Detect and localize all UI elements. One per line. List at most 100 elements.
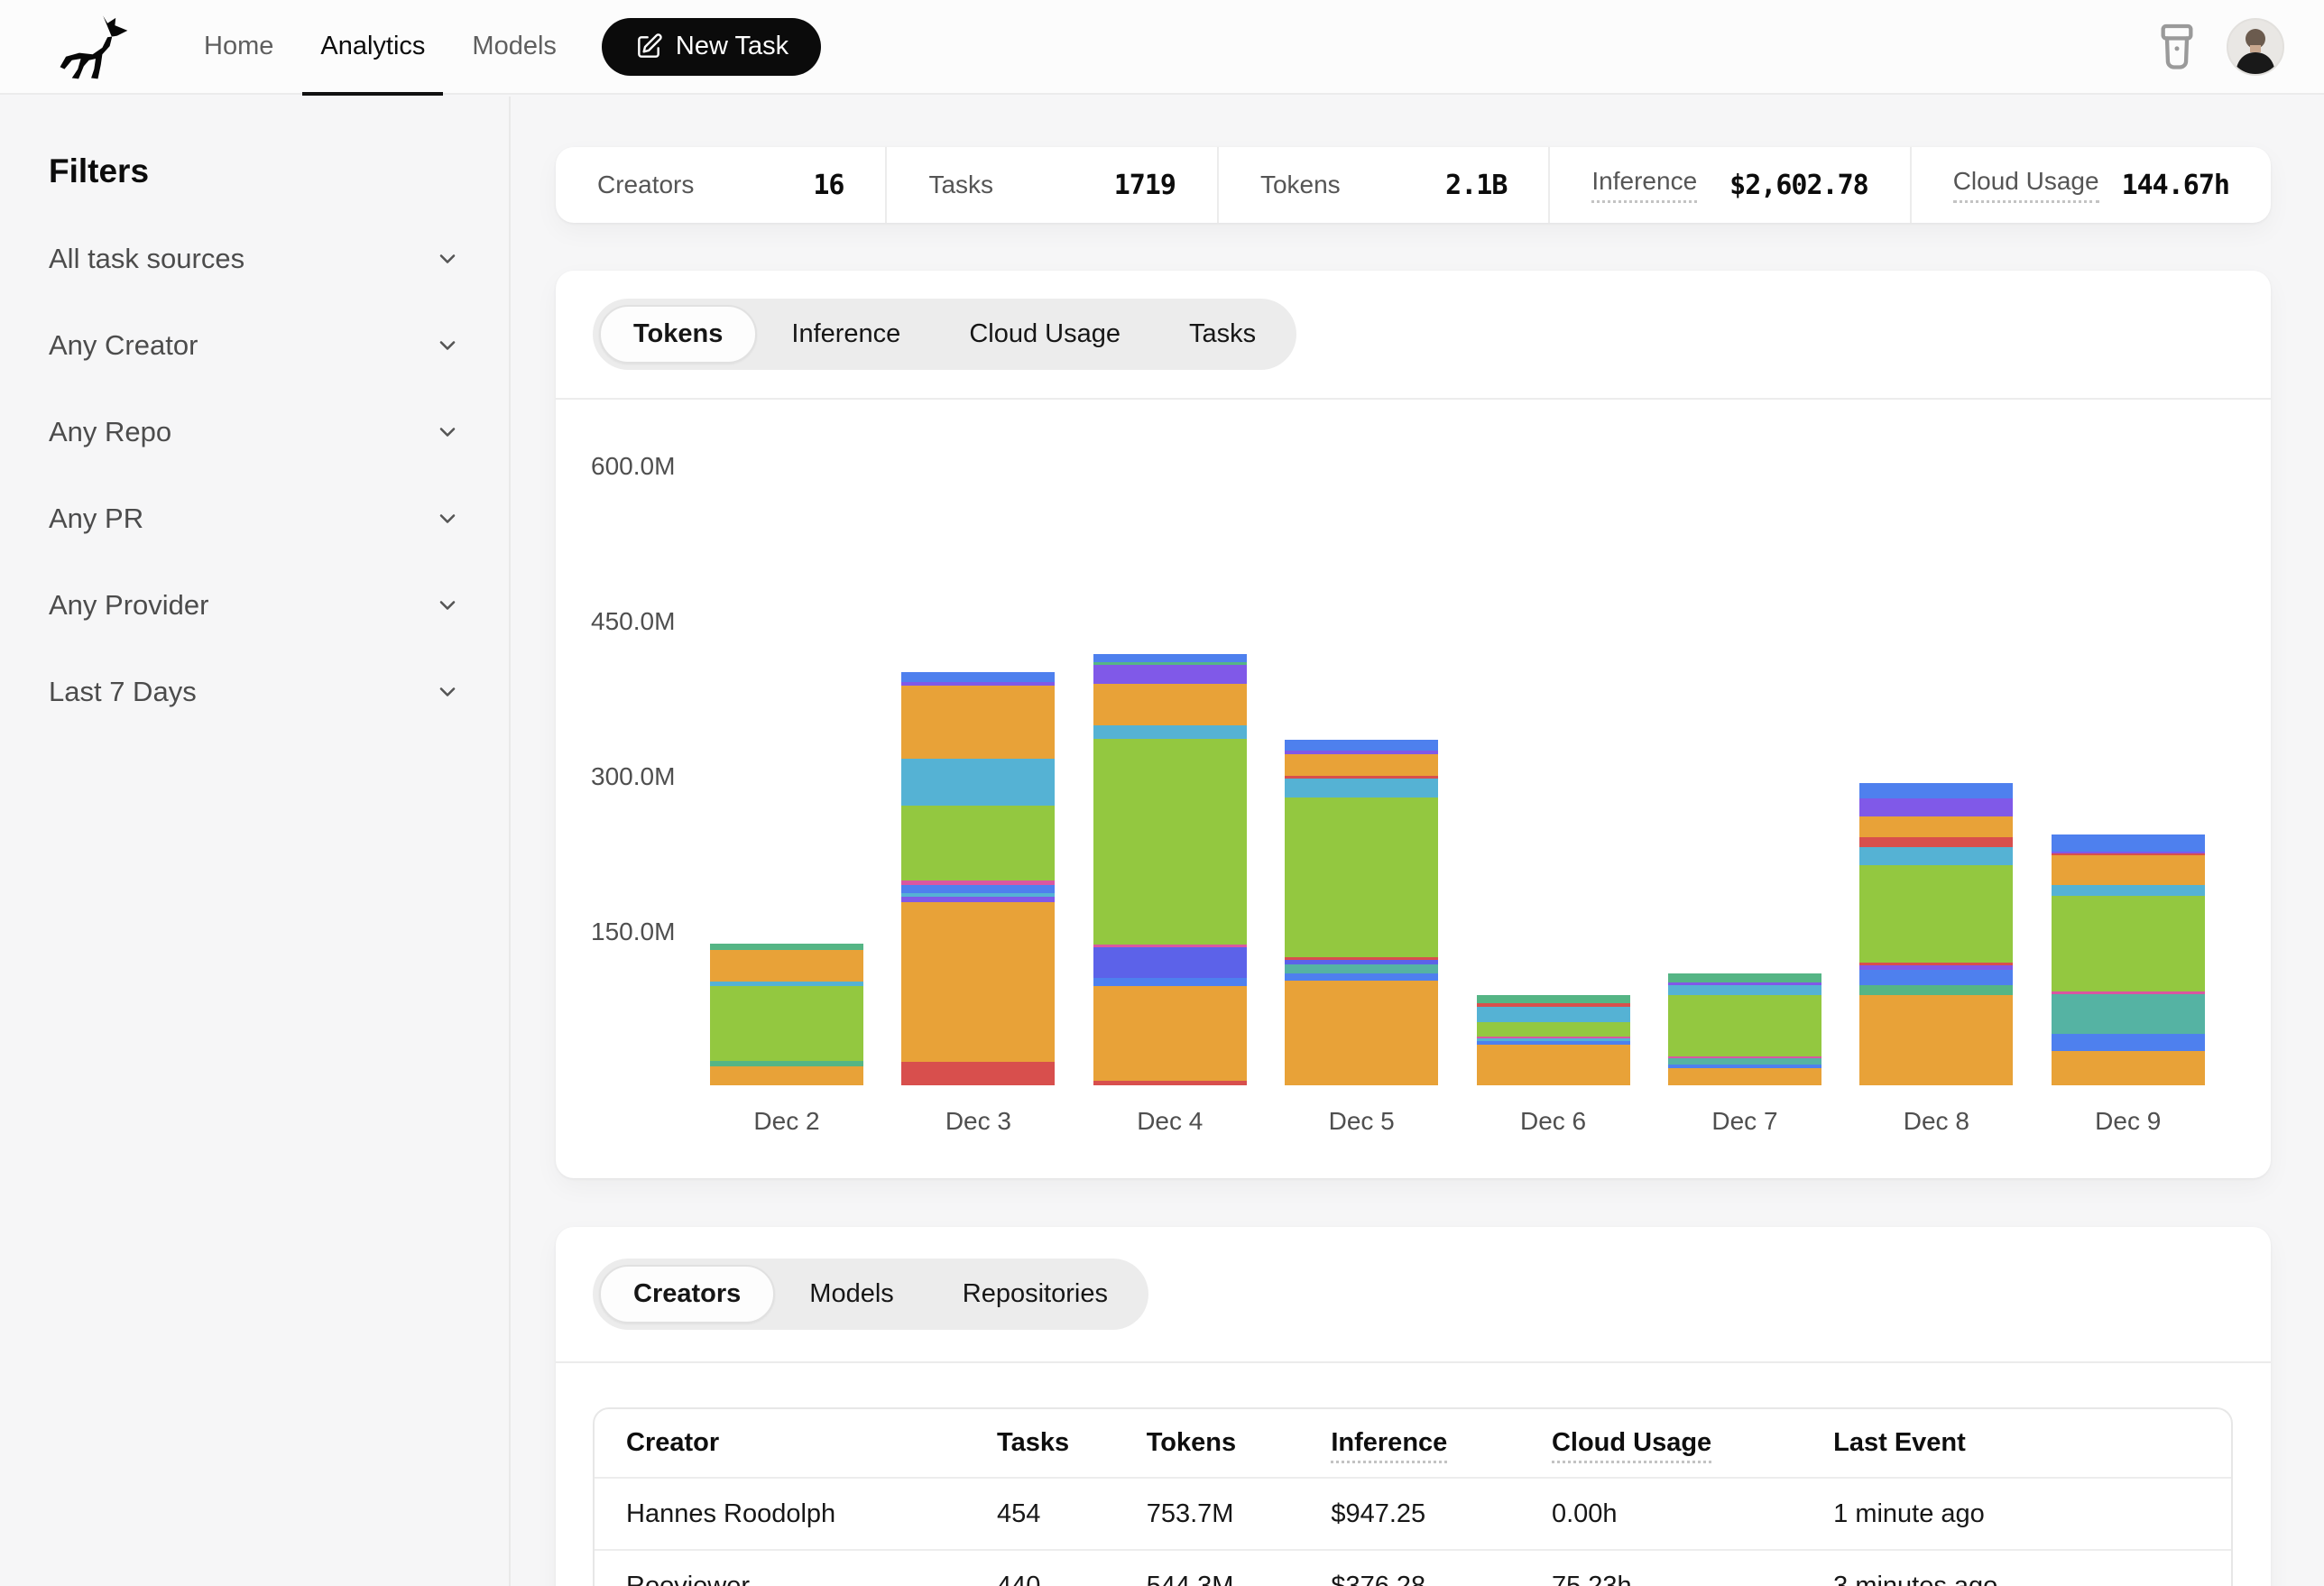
filter-any-creator[interactable]: Any Creator [49,329,460,362]
bar-segment-teal [1477,995,1630,1003]
chevron-down-icon [435,679,460,705]
new-task-button[interactable]: New Task [602,18,821,76]
chart-tab-tasks[interactable]: Tasks [1155,305,1290,364]
cell-cloud-usage: 0.00h [1552,1478,1833,1550]
chart-tab-tokens[interactable]: Tokens [599,305,757,364]
bar-segment-orange [1093,684,1247,725]
bar-dec-8[interactable] [1859,783,2013,1085]
stat-label-creators: Creators [597,171,694,199]
col-header-tasks: Tasks [997,1409,1147,1478]
bar-segment-seateal [1668,1058,1821,1065]
cell-inference: $376.28 [1331,1550,1552,1586]
bar-segment-orange [1477,1045,1630,1085]
x-label-dec-3: Dec 3 [901,1107,1055,1136]
bar-segment-orange [1285,981,1438,1085]
bar-segment-blue [1093,978,1247,986]
chevron-down-icon [435,506,460,531]
cell-creator: Hannes Roodolph [595,1478,997,1550]
bar-segment-orange [2052,1051,2205,1085]
bar-segment-lime [1477,1022,1630,1037]
bar-segment-sky [2052,885,2205,897]
bar-dec-5[interactable] [1285,740,1438,1085]
bar-dec-6[interactable] [1477,995,1630,1085]
bar-dec-7[interactable] [1668,973,1821,1085]
kangaroo-logo-icon[interactable] [58,14,134,80]
col-header-label: Inference [1331,1428,1447,1463]
col-header-inference[interactable]: Inference [1331,1409,1552,1478]
filter-label: Any Creator [49,329,198,362]
filter-label: All task sources [49,243,244,275]
breakdown-tab-repositories[interactable]: Repositories [928,1265,1142,1323]
chevron-down-icon [435,593,460,618]
bar-segment-blue [901,885,1055,893]
stat-label-inference[interactable]: Inference [1591,167,1697,203]
bar-segment-teal [710,944,863,950]
bar-segment-purple [1093,665,1247,684]
bar-segment-teal [710,1061,863,1067]
chart-metric-tabs: TokensInferenceCloud UsageTasks [593,299,1296,370]
table-row-0[interactable]: Hannes Roodolph454753.7M$947.250.00h1 mi… [595,1478,2231,1550]
filter-any-pr[interactable]: Any PR [49,503,460,535]
sidebar-filters: Filters All task sourcesAny CreatorAny R… [0,97,511,1586]
avatar[interactable] [2227,18,2284,76]
stat-label-cloud-usage[interactable]: Cloud Usage [1953,167,2099,203]
bars-row [710,400,2205,1085]
breakdown-tab-creators[interactable]: Creators [599,1265,775,1323]
x-label-dec-2: Dec 2 [710,1107,863,1136]
bar-segment-teal [1859,985,2013,996]
filter-last-7-days[interactable]: Last 7 Days [49,676,460,708]
nav-link-home[interactable]: Home [180,0,297,94]
filter-label: Last 7 Days [49,676,197,708]
flashlight-icon[interactable] [2156,21,2200,73]
bar-segment-sky [1477,1007,1630,1022]
bar-dec-9[interactable] [2052,834,2205,1085]
filter-label: Any PR [49,503,143,535]
bar-segment-lime [1285,798,1438,957]
stat-label-tokens: Tokens [1260,171,1341,199]
bar-segment-lime [2052,896,2205,991]
col-header-label: Creator [626,1428,719,1457]
cell-inference: $947.25 [1331,1478,1552,1550]
filter-any-repo[interactable]: Any Repo [49,416,460,448]
stat-creators: Creators16 [556,147,885,223]
bar-segment-blue [2052,1034,2205,1052]
x-label-dec-4: Dec 4 [1093,1107,1247,1136]
col-header-cloud-usage[interactable]: Cloud Usage [1552,1409,1833,1478]
bar-segment-orange [710,1066,863,1085]
stat-value-inference: $2,602.78 [1729,170,1868,201]
bar-segment-lime [1668,995,1821,1056]
chart-tab-inference[interactable]: Inference [757,305,935,364]
y-tick-600: 600.0M [556,452,682,481]
breakdown-tab-models[interactable]: Models [775,1265,928,1323]
table-row-1[interactable]: Rooviewer440544.3M$376.2875.23h3 minutes… [595,1550,2231,1586]
cell-tasks: 454 [997,1478,1147,1550]
y-tick-450: 450.0M [556,607,682,636]
bar-segment-sky [901,759,1055,807]
bar-segment-lime [901,806,1055,881]
new-task-label: New Task [676,32,788,61]
chevron-down-icon [435,420,460,445]
col-header-label: Last Event [1833,1428,1966,1457]
filter-any-provider[interactable]: Any Provider [49,589,460,622]
bar-dec-4[interactable] [1093,654,1247,1085]
bar-segment-sky [1859,847,2013,865]
filter-all-task-sources[interactable]: All task sources [49,243,460,275]
cell-creator: Rooviewer [595,1550,997,1586]
col-header-creator: Creator [595,1409,997,1478]
y-tick-300: 300.0M [556,762,682,791]
breakdown-tabs: CreatorsModelsRepositories [593,1259,1148,1330]
bar-segment-seateal [1285,964,1438,973]
bar-segment-blue [1285,973,1438,981]
nav-right [2156,18,2284,76]
bar-dec-2[interactable] [710,944,863,1085]
bar-dec-3[interactable] [901,672,1055,1085]
chart-tab-cloud-usage[interactable]: Cloud Usage [935,305,1155,364]
nav-link-analytics[interactable]: Analytics [297,0,448,94]
top-nav: HomeAnalyticsModels New Task [0,0,2324,95]
stat-tasks: Tasks1719 [885,147,1216,223]
chevron-down-icon [435,333,460,358]
nav-link-models[interactable]: Models [448,0,580,94]
chevron-down-icon [435,246,460,272]
cell-tokens: 544.3M [1147,1550,1332,1586]
bar-segment-red [1093,1081,1247,1085]
